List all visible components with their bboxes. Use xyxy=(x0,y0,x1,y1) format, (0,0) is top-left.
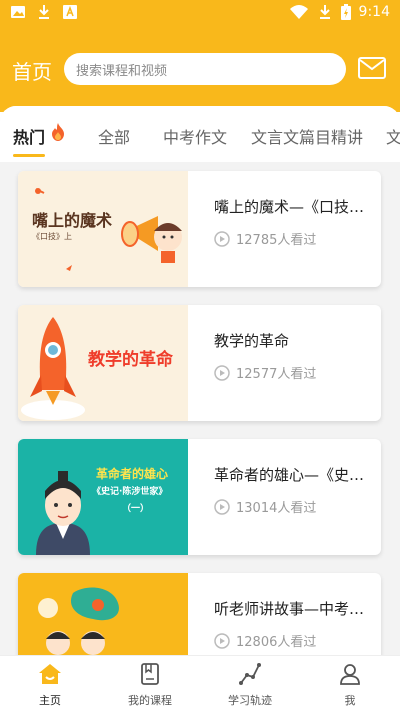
tab-classical-chinese[interactable]: 文言文篇目精讲 xyxy=(251,124,363,148)
course-card[interactable]: 嘴上的魔术 《口技》上 嘴上的魔术—《口技… 12785人看过 xyxy=(18,171,381,287)
thumbnail-subcaption: 《口技》上 xyxy=(32,232,72,241)
bottom-nav: 主页 我的课程 学习轨迹 我 xyxy=(0,655,400,711)
view-count: 13014人看过 xyxy=(214,497,316,516)
header: 首页 搜索课程和视频 xyxy=(0,28,400,112)
thumbnail-part: （一） xyxy=(122,504,150,514)
fire-icon xyxy=(52,123,64,141)
nav-my-courses[interactable]: 我的课程 xyxy=(100,656,200,711)
nav-label: 我的课程 xyxy=(128,694,172,707)
play-icon xyxy=(214,632,230,649)
book-icon xyxy=(141,663,159,685)
nav-label: 主页 xyxy=(39,694,61,707)
view-count-text: 12577人看过 xyxy=(236,367,317,382)
course-thumbnail: 教学的革命 xyxy=(18,305,188,421)
clock: 9:14 xyxy=(358,4,390,20)
view-count: 12785人看过 xyxy=(214,229,316,248)
view-count-text: 12785人看过 xyxy=(236,233,317,248)
play-icon xyxy=(214,498,230,515)
status-right: 9:14 xyxy=(289,4,390,20)
user-icon xyxy=(340,664,360,685)
battery-icon xyxy=(340,4,351,20)
course-title: 嘴上的魔术—《口技… xyxy=(214,198,365,216)
view-count: 12577人看过 xyxy=(214,363,316,382)
course-thumbnail xyxy=(18,573,188,655)
course-card[interactable]: 革命者的雄心 《史记·陈涉世家》 （一） 革命者的雄心—《史… 13014人看过 xyxy=(18,439,381,555)
search-input[interactable]: 搜索课程和视频 xyxy=(64,53,346,85)
course-thumbnail: 革命者的雄心 《史记·陈涉世家》 （一） xyxy=(18,439,188,555)
view-count-text: 12806人看过 xyxy=(236,635,317,650)
course-title: 革命者的雄心—《史… xyxy=(214,466,365,484)
play-icon xyxy=(214,364,230,381)
tab-all[interactable]: 全部 xyxy=(98,124,130,148)
course-title: 听老师讲故事—中考… xyxy=(214,600,365,618)
nav-label: 我 xyxy=(344,694,356,707)
view-count: 12806人看过 xyxy=(214,631,316,650)
search-placeholder: 搜索课程和视频 xyxy=(76,63,168,79)
content-panel: 热门 全部 中考作文 文言文篇目精讲 文 嘴上的魔术 《口技》上 嘴上的魔术—《… xyxy=(0,106,400,655)
tab-more[interactable]: 文 xyxy=(386,124,400,148)
thumbnail-caption: 教学的革命 xyxy=(88,350,173,370)
wifi-icon xyxy=(289,5,308,19)
course-thumbnail: 嘴上的魔术 《口技》上 xyxy=(18,171,188,287)
download-icon xyxy=(319,5,330,19)
trend-icon xyxy=(239,663,261,685)
tab-exam-essay[interactable]: 中考作文 xyxy=(163,124,227,148)
view-count-text: 13014人看过 xyxy=(236,501,317,516)
nav-me[interactable]: 我 xyxy=(300,656,400,711)
thumbnail-caption: 嘴上的魔术 xyxy=(32,211,113,230)
play-icon xyxy=(214,230,230,247)
status-bar: 9:14 xyxy=(0,0,400,28)
nav-label: 学习轨迹 xyxy=(228,694,272,707)
text-icon xyxy=(63,5,77,19)
tab-hot[interactable]: 热门 xyxy=(13,124,45,148)
active-tab-indicator xyxy=(13,154,45,157)
mail-icon[interactable] xyxy=(357,56,387,80)
home-icon xyxy=(39,664,61,684)
page-title: 首页 xyxy=(12,60,52,84)
storytelling-illustration xyxy=(38,587,119,655)
nav-learning-track[interactable]: 学习轨迹 xyxy=(200,656,300,711)
course-title: 教学的革命 xyxy=(214,332,290,350)
scholar-illustration xyxy=(36,471,90,555)
download-icon xyxy=(39,5,49,19)
image-icon xyxy=(11,6,25,18)
status-left xyxy=(10,4,78,20)
thumbnail-caption: 革命者的雄心 xyxy=(96,467,169,481)
course-card[interactable]: 教学的革命 教学的革命 12577人看过 xyxy=(18,305,381,421)
nav-home[interactable]: 主页 xyxy=(0,656,100,711)
category-tabs: 热门 全部 中考作文 文言文篇目精讲 文 xyxy=(0,106,400,162)
thumbnail-subcaption: 《史记·陈涉世家》 xyxy=(92,487,168,497)
course-card[interactable]: 听老师讲故事—中考… 12806人看过 xyxy=(18,573,381,655)
